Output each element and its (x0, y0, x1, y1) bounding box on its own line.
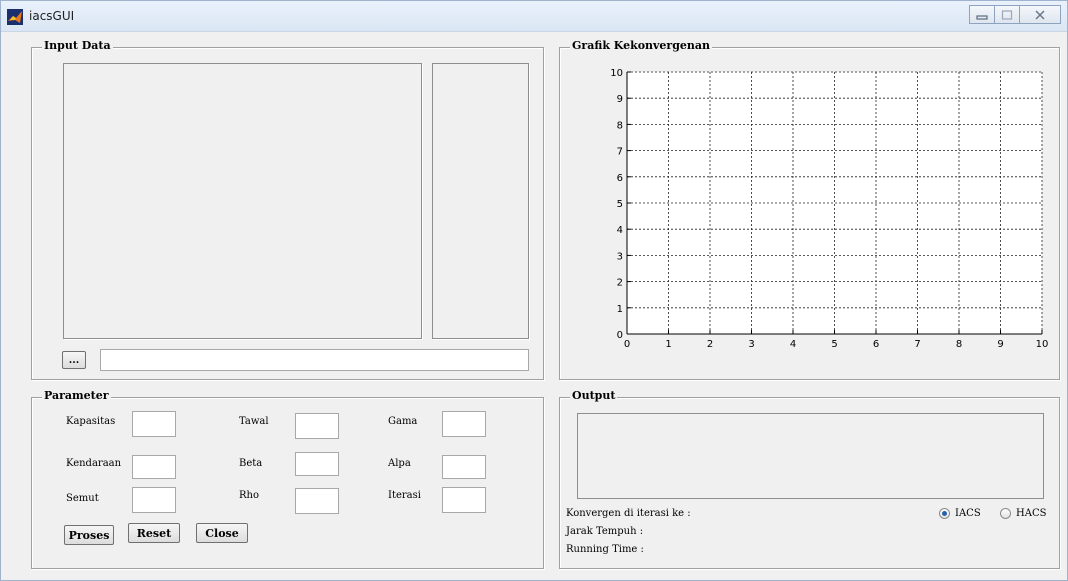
x-tick-label: 2 (707, 339, 713, 350)
output-title: Output (570, 389, 618, 402)
konvergen-label: Konvergen di iterasi ke : (566, 508, 691, 519)
y-tick-label: 4 (617, 225, 623, 236)
gama-input[interactable] (442, 411, 486, 437)
window-controls (969, 5, 1061, 25)
x-tick-label: 10 (1036, 339, 1049, 350)
proses-button[interactable]: Proses (64, 525, 114, 545)
hacs-radio-label: HACS (1016, 508, 1047, 519)
hacs-radio[interactable]: HACS (1000, 508, 1046, 519)
chart-panel: Grafik Kekonvergenan 0 1 2 3 4 5 6 7 8 9 10 0 1 2 3 4 5 6… (559, 39, 1060, 380)
x-tick-label: 8 (956, 339, 962, 350)
minimize-button[interactable] (969, 5, 995, 24)
jarak-tempuh-label: Jarak Tempuh : (566, 526, 644, 537)
rho-label: Rho (239, 490, 259, 501)
iterasi-label: Iterasi (388, 490, 421, 501)
tawal-input[interactable] (295, 413, 339, 439)
beta-label: Beta (239, 458, 263, 469)
close-icon (1035, 9, 1045, 20)
y-tick-label: 10 (610, 68, 623, 79)
x-tick-label: 5 (831, 339, 837, 350)
iacs-radio-label: IACS (955, 508, 981, 519)
y-tick-label: 3 (617, 251, 623, 262)
x-tick-label: 6 (873, 339, 879, 350)
window-title: iacsGUI (29, 9, 75, 23)
data-side-listbox[interactable] (432, 63, 529, 339)
kapasitas-label: Kapasitas (66, 416, 116, 427)
semut-label: Semut (66, 493, 99, 504)
y-tick-label: 5 (617, 199, 623, 210)
iacs-radio[interactable]: IACS (939, 508, 981, 519)
reset-button[interactable]: Reset (128, 523, 180, 543)
running-time-label: Running Time : (566, 544, 644, 555)
rho-input[interactable] (295, 488, 339, 514)
minimize-icon (976, 14, 988, 20)
hacs-radio-indicator (1000, 508, 1011, 519)
kendaraan-label: Kendaraan (66, 458, 122, 469)
close-button[interactable]: Close (196, 523, 248, 543)
iacs-radio-indicator (939, 508, 950, 519)
tawal-label: Tawal (239, 416, 269, 427)
close-window-button[interactable] (1019, 5, 1061, 24)
output-textbox (577, 413, 1044, 499)
x-tick-label: 4 (790, 339, 796, 350)
y-tick-label: 2 (617, 278, 623, 289)
alpa-input[interactable] (442, 455, 486, 479)
parameter-title: Parameter (42, 389, 111, 402)
maximize-icon (1001, 9, 1013, 20)
kendaraan-input[interactable] (132, 455, 176, 479)
data-listbox[interactable] (63, 63, 422, 339)
parameter-panel: Parameter Kapasitas Kendaraan Semut Tawa… (31, 389, 544, 569)
x-tick-label: 3 (748, 339, 754, 350)
browse-button[interactable]: ... (62, 351, 86, 369)
maximize-button[interactable] (994, 5, 1020, 24)
kapasitas-input[interactable] (132, 411, 176, 437)
file-path-field[interactable] (100, 349, 529, 371)
alpa-label: Alpa (388, 458, 411, 469)
app-window: iacsGUI Input Data ... Grafik Kekonverge… (0, 0, 1068, 581)
output-panel: Output Konvergen di iterasi ke : Jarak T… (559, 389, 1060, 569)
y-tick-label: 8 (617, 120, 623, 131)
y-tick-label: 7 (617, 147, 623, 158)
semut-input[interactable] (132, 487, 176, 513)
x-tick-label: 0 (624, 339, 630, 350)
y-tick-label: 9 (617, 94, 623, 105)
convergence-chart: 0 1 2 3 4 5 6 7 8 9 10 0 1 2 3 4 5 6 7 8 9 10 (610, 68, 1049, 350)
input-data-panel: Input Data ... (31, 39, 544, 380)
matlab-icon (7, 9, 23, 25)
y-tick-label: 0 (617, 330, 623, 341)
x-tick-label: 7 (914, 339, 920, 350)
beta-input[interactable] (295, 452, 339, 476)
title-bar: iacsGUI (1, 1, 1067, 32)
y-tick-label: 1 (617, 304, 623, 315)
x-tick-label: 9 (997, 339, 1003, 350)
gama-label: Gama (388, 416, 418, 427)
x-tick-label: 1 (665, 339, 671, 350)
iterasi-input[interactable] (442, 487, 486, 513)
y-tick-label: 6 (617, 173, 623, 184)
input-data-title: Input Data (42, 39, 113, 52)
